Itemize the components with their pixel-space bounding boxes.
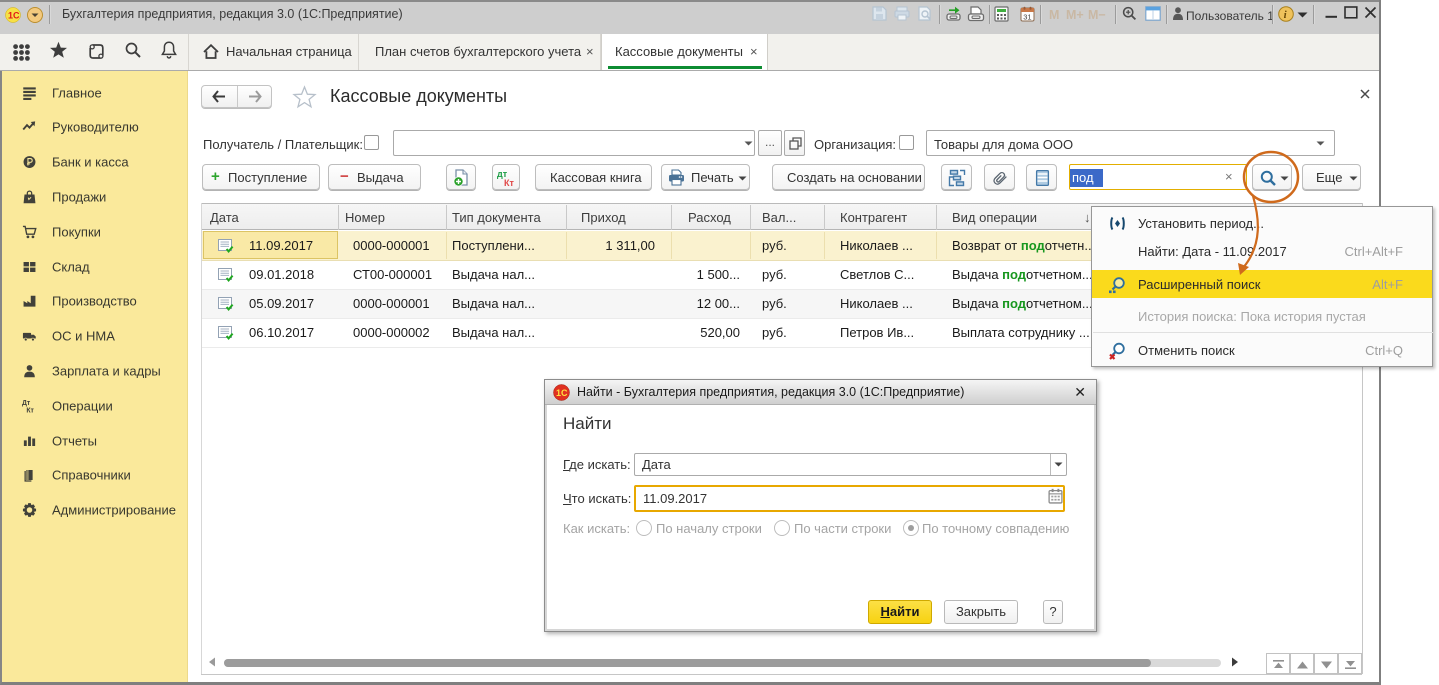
- svg-text:Кт: Кт: [26, 407, 34, 414]
- svg-text:31: 31: [1023, 13, 1031, 22]
- svg-text:Кт: Кт: [504, 178, 514, 188]
- svg-text:Дт: Дт: [22, 400, 31, 407]
- svg-text:1С: 1С: [8, 11, 20, 21]
- svg-text:1С: 1С: [556, 388, 568, 398]
